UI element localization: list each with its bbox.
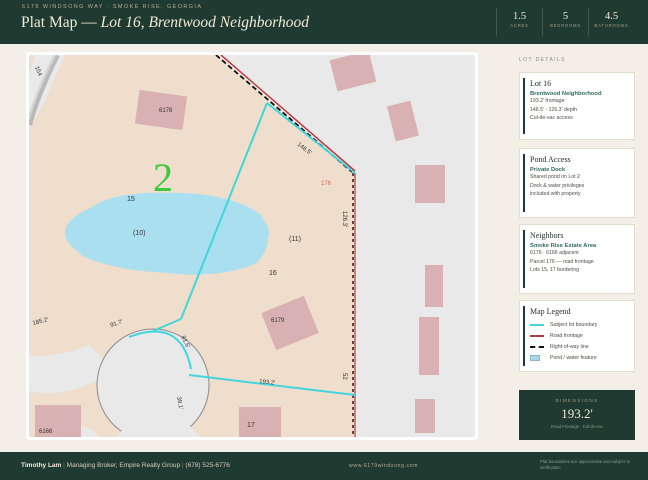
website-link[interactable]: www.6179windsong.com	[349, 463, 418, 469]
card-title: Lot 16	[530, 79, 552, 88]
card-line: Parcel 176 — road frontage	[530, 258, 594, 265]
parcel-note-pond: (10)	[133, 230, 145, 237]
agent-info: Timothy Lam | Managing Broker, Empire Re…	[21, 462, 230, 469]
plat-map[interactable]: 2 15 16 17 176 (10) (11) 6176 6179 6166 …	[29, 55, 475, 437]
sidebar-heading: LOT DETAILS	[519, 57, 566, 63]
house-17	[239, 407, 281, 437]
big-lot-label: 2	[153, 155, 173, 200]
dimensions-value: 193.2'	[561, 406, 593, 421]
card-title: Pond Access	[530, 155, 571, 164]
header-bar: 6179 WINDSONG WAY · SMOKE RISE, GEORGIA …	[0, 0, 648, 44]
legend-title: Map Legend	[530, 307, 571, 316]
dim-corner-b: 52	[341, 373, 347, 380]
card-title: Neighbors	[530, 231, 564, 240]
stat-label: BEDROOMS	[550, 23, 581, 28]
dimensions-panel: DIMENSIONS 193.2' Road Frontage · Cul-de…	[519, 390, 635, 440]
agent-name: Timothy Lam	[21, 462, 62, 469]
house-road-e	[419, 317, 439, 375]
stat-bathrooms: 4.5 BATHROOMS	[588, 8, 634, 36]
card-line: 146.5' · 126.3' depth	[530, 106, 577, 113]
lot-number-17: 17	[247, 422, 255, 429]
stat-value: 1.5	[512, 11, 527, 22]
stat-label: BATHROOMS	[594, 23, 629, 28]
stat-label: ACRES	[510, 23, 529, 28]
title-prefix: Plat Map —	[21, 14, 101, 31]
stat-value: 5	[562, 11, 569, 22]
house-number-6179: 6179	[271, 318, 285, 324]
card-map-legend: Map Legend Subject lot boundary Road fro…	[519, 300, 635, 372]
property-address: 6179 WINDSONG WAY · SMOKE RISE, GEORGIA	[22, 4, 203, 10]
dashed-line-icon	[530, 345, 544, 348]
card-lot: Lot 16 Brentwood Neighborhood 193.2' fro…	[519, 72, 635, 140]
dimensions-caption: Road Frontage · Cul-de-sac	[551, 424, 603, 429]
stat-bedrooms: 5 BEDROOMS	[542, 8, 588, 36]
legend-label: Road frontage	[550, 332, 583, 339]
agent-role: Managing Broker, Empire Realty Group	[66, 462, 181, 469]
house-road-c	[415, 165, 445, 203]
legend-item-road: Road frontage	[530, 330, 626, 341]
plat-map-frame: 2 15 16 17 176 (10) (11) 6176 6179 6166 …	[26, 52, 478, 440]
card-pond-access: Pond Access Private Dock Shared pond on …	[519, 148, 635, 218]
legend-item-row: Right-of-way line	[530, 341, 626, 352]
stat-value: 4.5	[604, 11, 619, 22]
page-title: Plat Map — Lot 16, Brentwood Neighborhoo…	[21, 14, 309, 32]
red-line-icon	[530, 334, 544, 337]
card-line: 193.2' frontage	[530, 98, 565, 104]
footer-bar: Timothy Lam | Managing Broker, Empire Re…	[0, 452, 648, 480]
legend-label: Right-of-way line	[550, 343, 589, 350]
card-line: Shared pond on Lot 2	[530, 174, 580, 180]
card-line: Cul-de-sac access	[530, 115, 573, 122]
house-road-d	[425, 265, 443, 307]
lot-number-15: 15	[127, 196, 135, 203]
plat-map-svg: 2 15 16 17 176 (10) (11) 6176 6179 6166 …	[29, 55, 475, 437]
legend-label: Pond / water feature	[550, 354, 597, 361]
card-line: 6176 · 6166 adjacent	[530, 250, 579, 256]
legend-item-pond: Pond / water feature	[530, 352, 626, 363]
disclaimer: Plat boundaries are approximate and subj…	[540, 459, 631, 470]
stat-acres: 1.5 ACRES	[496, 8, 542, 36]
house-road-f	[415, 399, 435, 433]
dim-right: 126.3'	[341, 211, 347, 227]
legend-item-boundary: Subject lot boundary	[530, 319, 626, 330]
lot-number-176: 176	[321, 181, 332, 187]
legend-label: Subject lot boundary	[550, 321, 598, 328]
pond-swatch-icon	[530, 354, 540, 361]
cyan-line-icon	[530, 323, 544, 326]
lot-number-16: 16	[269, 270, 277, 277]
card-line: Lots 15, 17 bordering	[530, 267, 580, 274]
card-line: included with property	[530, 191, 581, 198]
property-stats: 1.5 ACRES 5 BEDROOMS 4.5 BATHROOMS	[496, 8, 634, 36]
card-line: Dock & water privileges	[530, 182, 585, 189]
title-lot: Lot 16, Brentwood Neighborhood	[100, 14, 310, 31]
dimensions-label: DIMENSIONS	[555, 398, 599, 403]
parcel-note-lot: (11)	[289, 236, 301, 243]
card-neighbors: Neighbors Smoke Rise Estate Area 6176 · …	[519, 224, 635, 294]
house-number-6176: 6176	[159, 108, 173, 114]
pond-shape	[72, 192, 269, 275]
agent-phone[interactable]: (678) 525-6776	[185, 462, 229, 469]
house-number-6166: 6166	[39, 429, 53, 435]
